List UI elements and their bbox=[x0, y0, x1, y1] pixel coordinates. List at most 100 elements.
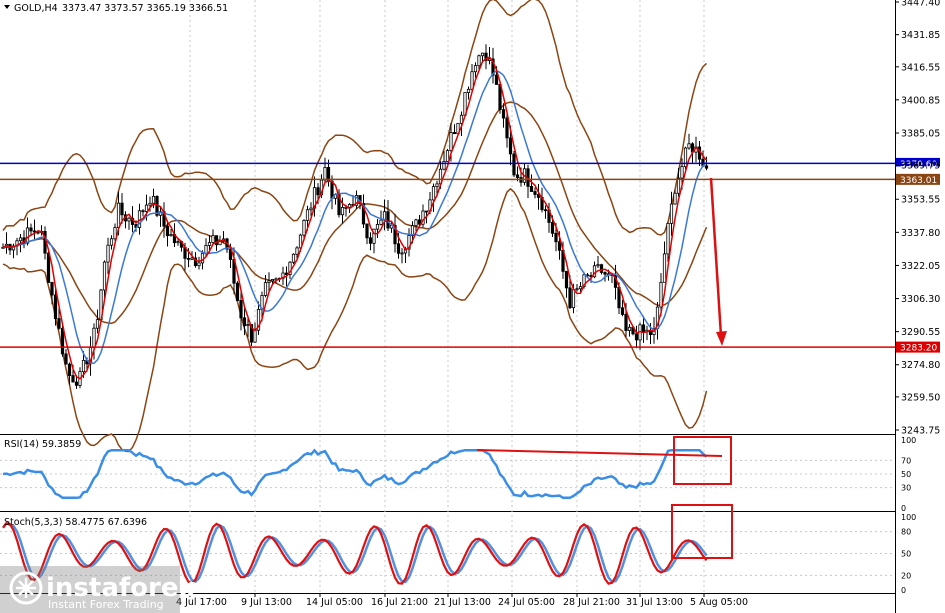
candle-body bbox=[550, 222, 555, 234]
candle-body bbox=[270, 279, 275, 282]
candle-body bbox=[452, 132, 457, 135]
candle-body bbox=[571, 289, 576, 309]
price-tick-label: 3243.75 bbox=[901, 426, 940, 437]
candle-body bbox=[330, 180, 334, 199]
candle-body bbox=[501, 109, 506, 119]
candle-body bbox=[305, 209, 310, 221]
watermark-tagline: Instant Forex Trading bbox=[48, 598, 164, 611]
symbol-label: GOLD,H4 bbox=[14, 3, 58, 14]
candle-body bbox=[396, 243, 401, 254]
candle-body bbox=[204, 245, 208, 254]
candle-body bbox=[529, 185, 534, 192]
candle-body bbox=[477, 55, 481, 67]
candle-body bbox=[676, 177, 681, 194]
candle-body bbox=[414, 219, 418, 227]
candle-body bbox=[641, 324, 646, 333]
candle-body bbox=[431, 186, 436, 201]
candle-body bbox=[533, 191, 537, 195]
candle-body bbox=[512, 153, 516, 176]
candle-body bbox=[466, 88, 471, 93]
candle-body bbox=[316, 187, 320, 196]
candle-body bbox=[71, 375, 75, 383]
candle-body bbox=[575, 288, 579, 291]
candle-body bbox=[295, 247, 299, 255]
rsi-tick-label: 0 bbox=[901, 504, 906, 513]
price-tick-label: 3416.55 bbox=[901, 62, 940, 73]
candle-body bbox=[64, 353, 68, 365]
candle-body bbox=[673, 192, 677, 205]
candle-body bbox=[515, 174, 520, 178]
price-tick-label: 3306.30 bbox=[901, 294, 940, 305]
price-tick-label: 3322.05 bbox=[901, 261, 940, 272]
price-tick-label: 3337.80 bbox=[901, 228, 940, 239]
candle-body bbox=[620, 307, 625, 315]
price-tick-label: 3274.80 bbox=[901, 360, 940, 371]
candle-body bbox=[435, 183, 439, 187]
price-tick-label: 3290.55 bbox=[901, 327, 940, 338]
trading-chart: 3370.603366.513363.013283.20 3447.403431… bbox=[0, 0, 940, 613]
candle-body bbox=[480, 52, 485, 57]
candle-body bbox=[211, 235, 215, 243]
time-tick-label: 28 Jul 21:00 bbox=[563, 597, 620, 608]
candle-body bbox=[578, 286, 583, 290]
candle-body bbox=[116, 202, 121, 229]
candle-body bbox=[46, 252, 51, 283]
price-tick-label: 3447.40 bbox=[901, 0, 940, 9]
candle-body bbox=[239, 300, 243, 319]
candle-body bbox=[148, 202, 152, 206]
candle-body bbox=[400, 252, 404, 255]
candle-body bbox=[246, 324, 250, 327]
candle-body bbox=[375, 223, 380, 230]
candle-body bbox=[557, 241, 562, 251]
candle-body bbox=[347, 204, 352, 208]
time-tick-label: 31 Jul 13:00 bbox=[626, 597, 683, 608]
candle-body bbox=[253, 329, 257, 343]
candle-body bbox=[235, 282, 240, 301]
candle-body bbox=[92, 327, 96, 349]
candle-body bbox=[109, 238, 114, 246]
time-axis: 4 Jul 17:00 9 Jul 13:00 14 Jul 05:00 16 Jul… bbox=[176, 593, 748, 608]
candle-body bbox=[291, 253, 296, 263]
candle-body bbox=[627, 326, 632, 331]
candle-body bbox=[379, 219, 383, 225]
candle-body bbox=[60, 327, 65, 355]
candle-body bbox=[659, 281, 663, 308]
candle-body bbox=[165, 225, 170, 237]
candle-body bbox=[634, 333, 639, 341]
time-tick-label: 16 Jul 21:00 bbox=[371, 597, 428, 608]
candle-body bbox=[186, 257, 191, 260]
price-tick-label: 3259.50 bbox=[901, 392, 940, 403]
rsi-tick-label: 100 bbox=[901, 436, 916, 445]
candle-body bbox=[603, 272, 607, 275]
candle-body bbox=[106, 244, 110, 263]
stoch-tick-label: 0 bbox=[901, 586, 906, 595]
candle-body bbox=[445, 150, 450, 162]
candle-body bbox=[494, 74, 499, 85]
candle-body bbox=[53, 294, 58, 320]
candle-body bbox=[386, 211, 390, 229]
candle-body bbox=[120, 202, 124, 216]
candle-body bbox=[596, 264, 600, 267]
candle-body bbox=[680, 166, 684, 179]
candle-body bbox=[543, 209, 548, 212]
level-tag-label: 3283.20 bbox=[900, 344, 937, 354]
candle-body bbox=[207, 242, 212, 246]
candle-body bbox=[190, 257, 194, 260]
candle-body bbox=[624, 314, 628, 331]
time-tick-label: 9 Jul 13:00 bbox=[241, 597, 292, 608]
price-tick-label: 3431.85 bbox=[901, 30, 940, 41]
candle-body bbox=[29, 227, 33, 232]
candle-body bbox=[554, 232, 558, 243]
candle-body bbox=[169, 233, 173, 237]
stoch-tick-label: 100 bbox=[901, 513, 916, 522]
candle-body bbox=[599, 264, 604, 273]
instaforex-watermark: instaforex Instant Forex Trading bbox=[0, 566, 196, 613]
candle-body bbox=[323, 167, 327, 181]
level-tag-label: 3363.01 bbox=[900, 176, 937, 186]
candle-body bbox=[365, 223, 369, 239]
candle-body bbox=[102, 261, 107, 291]
candle-body bbox=[81, 359, 86, 373]
candle-body bbox=[127, 217, 131, 222]
candle-body bbox=[18, 237, 23, 242]
candle-body bbox=[473, 65, 478, 73]
